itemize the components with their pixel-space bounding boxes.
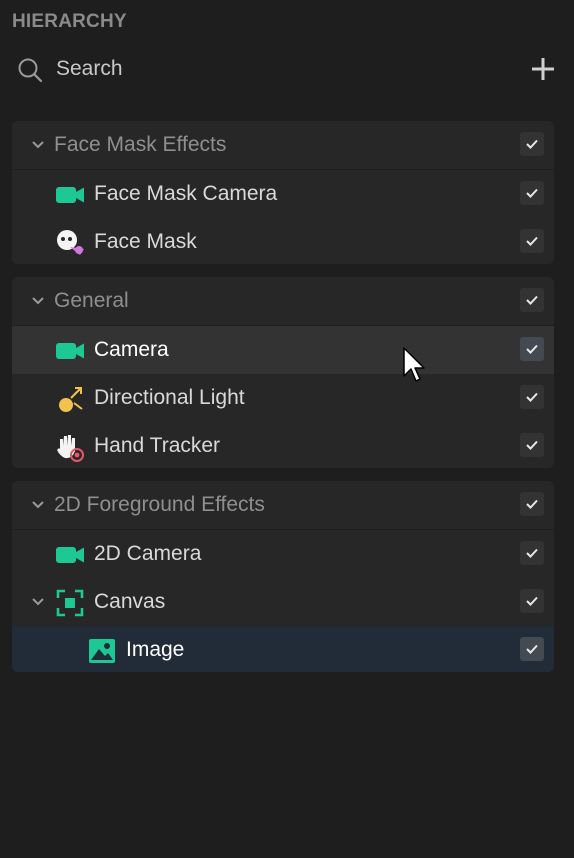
group-general: General Camera Directional Light Hand Tr… xyxy=(12,277,554,468)
directional-light-icon xyxy=(59,387,83,412)
tree-item[interactable]: Camera xyxy=(12,326,554,374)
panel-title: HIERARCHY xyxy=(12,11,127,32)
item-label: Image xyxy=(126,638,185,661)
group-2d-foreground-effects: 2D Foreground Effects 2D Camera Canvas I… xyxy=(12,481,554,672)
chevron-down-icon[interactable] xyxy=(30,498,46,512)
tree-item[interactable]: Canvas xyxy=(12,578,554,626)
item-label: Hand Tracker xyxy=(94,434,221,457)
visibility-checkbox[interactable] xyxy=(520,181,544,205)
item-label: Canvas xyxy=(94,590,166,613)
item-label: Face Mask Camera xyxy=(94,182,278,205)
search-bar[interactable]: Search xyxy=(0,48,574,90)
group-header[interactable]: 2D Foreground Effects xyxy=(12,481,554,530)
group-face-mask-effects: Face Mask Effects Face Mask Camera Face … xyxy=(12,121,554,264)
camera-icon xyxy=(56,187,84,203)
chevron-down-icon[interactable] xyxy=(30,595,46,609)
visibility-checkbox[interactable] xyxy=(520,433,544,457)
item-label: Face Mask xyxy=(94,230,197,253)
chevron-down-icon[interactable] xyxy=(30,294,46,308)
visibility-checkbox[interactable] xyxy=(520,589,544,613)
group-name: Face Mask Effects xyxy=(54,133,227,156)
visibility-checkbox[interactable] xyxy=(520,132,544,156)
item-label: 2D Camera xyxy=(94,542,202,565)
tree-item[interactable]: Image xyxy=(12,626,554,672)
group-name: General xyxy=(54,289,129,312)
tree-item[interactable]: Hand Tracker xyxy=(12,422,554,468)
add-object-button[interactable] xyxy=(528,54,558,84)
camera-icon xyxy=(56,343,84,359)
tree-item[interactable]: 2D Camera xyxy=(12,530,554,578)
item-label: Camera xyxy=(94,338,169,361)
image-icon xyxy=(89,639,115,663)
tree-item[interactable]: Face Mask xyxy=(12,218,554,264)
group-header[interactable]: General xyxy=(12,277,554,326)
visibility-checkbox[interactable] xyxy=(520,492,544,516)
visibility-checkbox[interactable] xyxy=(520,337,544,361)
face-mask-icon xyxy=(57,230,84,255)
tree-item[interactable]: Face Mask Camera xyxy=(12,170,554,218)
group-name: 2D Foreground Effects xyxy=(54,493,265,516)
camera-icon xyxy=(56,547,84,563)
hand-tracker-icon xyxy=(57,435,84,462)
item-label: Directional Light xyxy=(94,386,245,409)
group-header[interactable]: Face Mask Effects xyxy=(12,121,554,170)
search-input[interactable]: Search xyxy=(56,57,123,81)
tree-item[interactable]: Directional Light xyxy=(12,374,554,422)
visibility-checkbox[interactable] xyxy=(520,385,544,409)
visibility-checkbox[interactable] xyxy=(520,229,544,253)
visibility-checkbox[interactable] xyxy=(520,637,544,661)
search-icon xyxy=(18,58,43,83)
chevron-down-icon[interactable] xyxy=(30,138,46,152)
visibility-checkbox[interactable] xyxy=(520,541,544,565)
canvas-icon xyxy=(56,589,84,617)
visibility-checkbox[interactable] xyxy=(520,288,544,312)
mouse-cursor-icon xyxy=(403,347,425,382)
